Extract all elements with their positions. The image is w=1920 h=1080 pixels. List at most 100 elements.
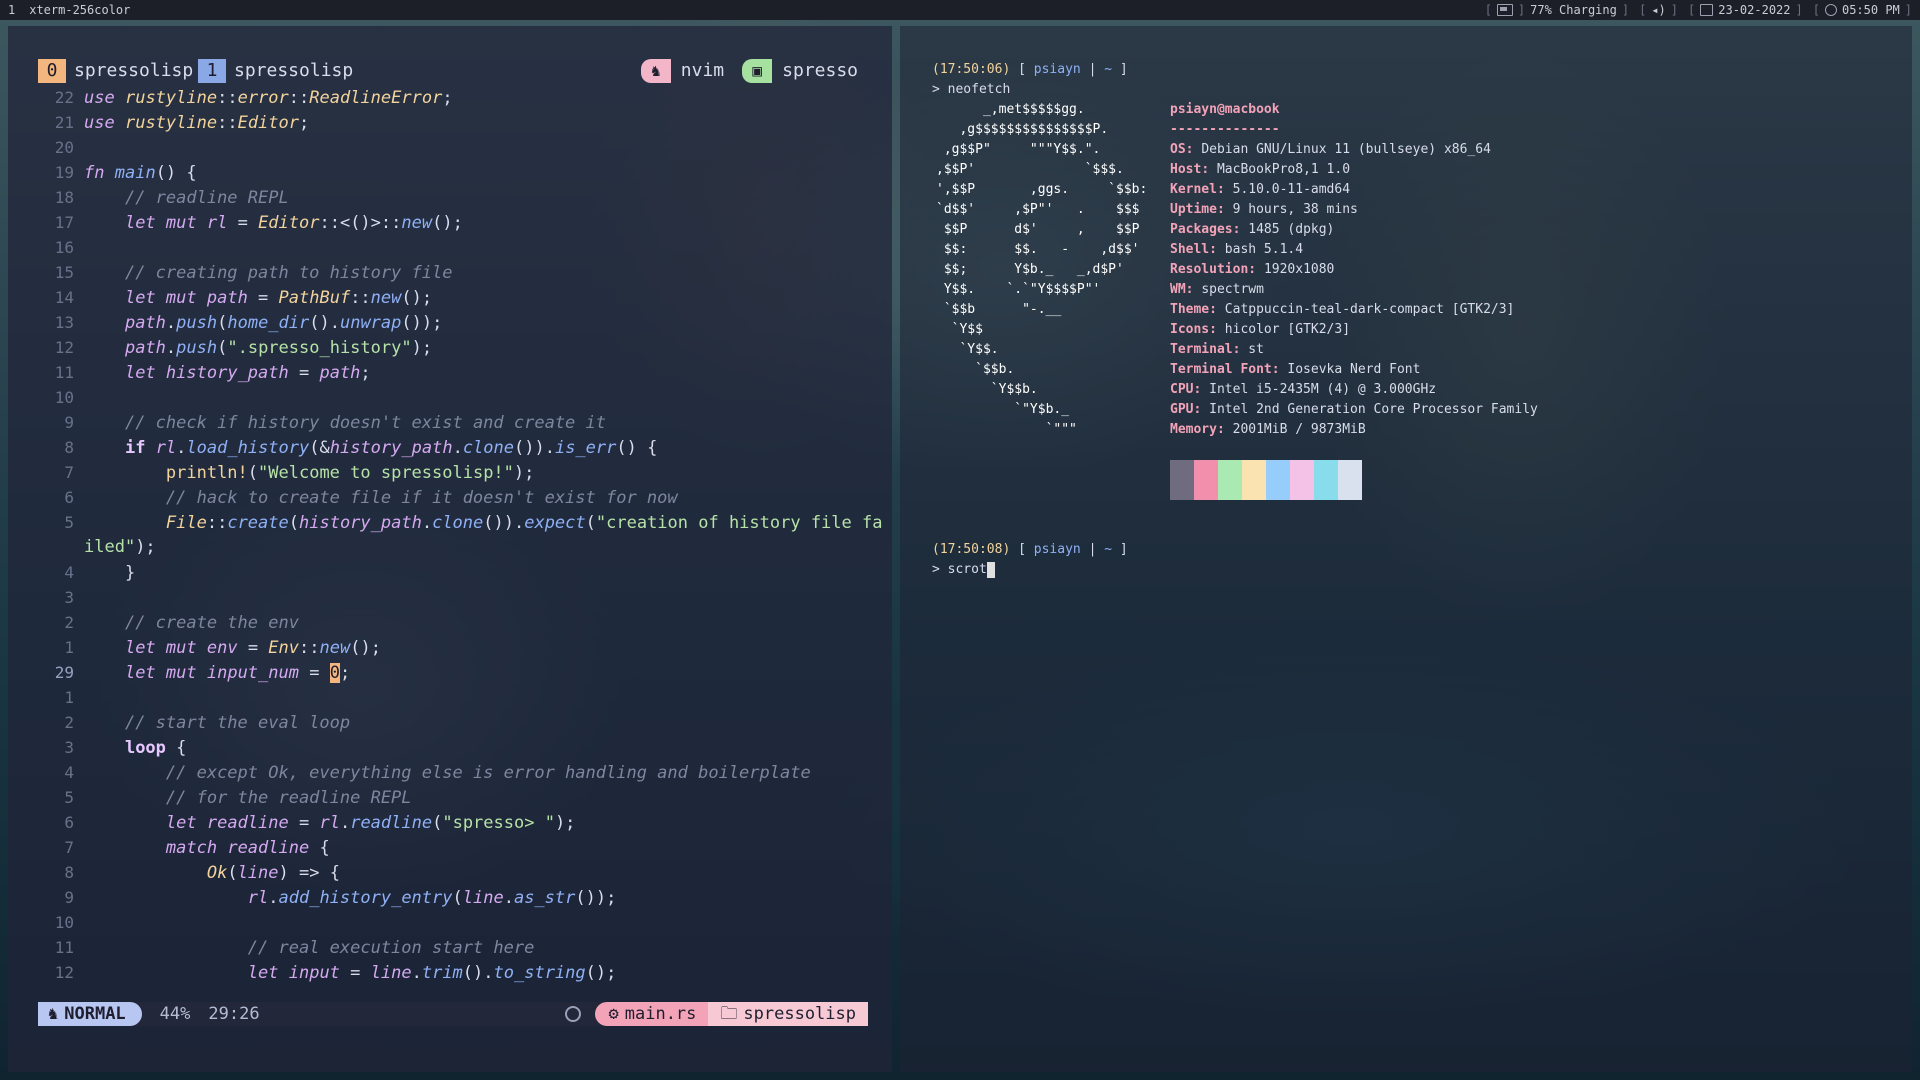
info-row: Kernel: 5.10.0-11-amd64 [1170, 182, 1351, 197]
nvim-window[interactable]: 0 spressolisp 1 spressolisp ♞ nvim ▣ spresso… [8, 26, 892, 1072]
status-bar: 1 xterm-256color [] 77% Charging ] [◂)] … [0, 0, 1920, 20]
clock-segment: [ 05:50 PM] [1813, 0, 1912, 20]
directory-segment: 🗀 spressolisp [708, 1002, 868, 1026]
command-line[interactable]: > scrot [932, 560, 1128, 580]
command-line: > neofetch [932, 82, 1011, 97]
tabline: 0 spressolisp 1 spressolisp ♞ nvim ▣ spresso [38, 59, 868, 83]
code-text: } [84, 563, 136, 583]
palette-swatch-1 [1194, 460, 1218, 500]
code-line: iled"); [38, 535, 868, 560]
line-number: 19 [54, 163, 74, 182]
file-segment: ⚙ main.rs [594, 1002, 709, 1026]
info-row: Theme: Catppuccin-teal-dark-compact [GTK… [1170, 302, 1515, 317]
code-text: // readline REPL [124, 188, 289, 208]
code-line: 7 println!("Welcome to spressolisp!"); [38, 460, 868, 485]
code-text: let mut env = Env::new(); [124, 638, 381, 658]
line-number: 5 [64, 788, 74, 807]
line-number: 2 [64, 713, 74, 732]
code-line: 11 let history_path = path; [38, 360, 868, 385]
code-line: 10 [38, 385, 868, 410]
line-number: 12 [54, 338, 74, 357]
cursor-position: 29:26 [208, 1004, 260, 1024]
line-number: 12 [54, 963, 74, 982]
code-line: 9 rl.add_history_entry(line.as_str()); [38, 885, 868, 910]
volume-segment[interactable]: [◂)] [1639, 0, 1678, 20]
nvim-icon: ♞ [640, 59, 671, 83]
line-number: 6 [64, 488, 74, 507]
workspace-indicator[interactable]: 1 [8, 0, 15, 20]
code-text: fn main() { [84, 163, 197, 183]
tab-0[interactable]: 0 spressolisp [38, 59, 193, 83]
line-number: 13 [54, 313, 74, 332]
folder-icon: 🗀 [720, 1004, 738, 1024]
terminal-window[interactable]: (17:50:06) [ psiayn | ~ ] > neofetch _,m… [900, 26, 1912, 1072]
info-row: OS: Debian GNU/Linux 11 (bullseye) x86_6… [1170, 142, 1491, 157]
volume-icon: ◂) [1651, 3, 1666, 17]
tab-label: spresso [782, 60, 858, 81]
code-text: match readline { [165, 838, 330, 858]
line-number: 10 [54, 388, 74, 407]
info-row: Memory: 2001MiB / 9873MiB [1170, 422, 1366, 437]
line-number: 18 [54, 188, 74, 207]
tab-1[interactable]: 1 spressolisp [198, 59, 353, 83]
code-text: iled"); [84, 537, 156, 557]
code-text: let history_path = path; [124, 363, 371, 383]
code-line: 2 // create the env [38, 610, 868, 635]
line-number: 4 [64, 563, 74, 582]
line-number: 9 [64, 413, 74, 432]
info-row: Packages: 1485 (dpkg) [1170, 222, 1335, 237]
calendar-icon [1700, 4, 1714, 16]
code-text: let mut rl = Editor::<()>::new(); [124, 213, 463, 233]
code-text: File::create(history_path.clone()).expec… [165, 513, 883, 533]
file-name: main.rs [624, 1004, 697, 1024]
code-line: 17 let mut rl = Editor::<()>::new(); [38, 210, 868, 235]
line-number: 9 [64, 888, 74, 907]
line-number: 11 [54, 363, 74, 382]
nvim-icon: ♞ [48, 1004, 59, 1024]
code-text: use rustyline::error::ReadlineError; [84, 88, 453, 108]
battery-text: 77% Charging [1530, 3, 1617, 17]
line-number: 3 [64, 588, 74, 607]
line-number: 6 [64, 813, 74, 832]
line-number: 7 [64, 463, 74, 482]
line-number: 16 [54, 238, 74, 257]
code-buffer[interactable]: 22 use rustyline::error::ReadlineError; 2… [38, 85, 883, 985]
directory-name: spressolisp [743, 1004, 856, 1024]
code-line: 3 loop { [38, 735, 868, 760]
code-text: // hack to create file if it doesn't exi… [165, 488, 678, 508]
line-number: 8 [64, 438, 74, 457]
line-number: 7 [64, 838, 74, 857]
color-palette [1170, 460, 1362, 500]
code-text: // start the eval loop [124, 713, 351, 733]
code-line: 29 let mut input_num = 0; [38, 660, 868, 685]
clock-icon [1824, 4, 1837, 16]
code-text: // real execution start here [247, 938, 535, 958]
prompt-line: (17:50:08) [ psiayn | ~ ] [932, 542, 1128, 557]
line-number: 21 [54, 113, 74, 132]
scroll-percent: 44% [159, 1004, 191, 1024]
code-line: 2 // start the eval loop [38, 710, 868, 735]
palette-swatch-4 [1266, 460, 1290, 500]
line-number: 1 [64, 638, 74, 657]
code-line: 14 let mut path = PathBuf::new(); [38, 285, 868, 310]
user-host: psiayn@macbook [1170, 102, 1280, 117]
info-row: WM: spectrwm [1170, 282, 1264, 297]
code-text: use rustyline::Editor; [84, 113, 310, 133]
code-line: 22 use rustyline::error::ReadlineError; [38, 85, 868, 110]
statusline: ♞ NORMAL 44% 29:26 ⚙ main.rs 🗀 spressolisp [38, 1002, 868, 1026]
tab-nvim[interactable]: ♞ nvim [640, 59, 734, 83]
tab-number: 1 [198, 59, 226, 83]
code-line: 12 path.push(".spresso_history"); [38, 335, 868, 360]
line-number: 5 [64, 513, 74, 532]
tab-label: spressolisp [234, 60, 354, 81]
tab-spresso[interactable]: ▣ spresso [742, 59, 868, 83]
tab-label: spressolisp [74, 60, 194, 81]
code-line: 21 use rustyline::Editor; [38, 110, 868, 135]
code-text: println!("Welcome to spressolisp!"); [165, 463, 535, 483]
info-row: Shell: bash 5.1.4 [1170, 242, 1304, 257]
code-line: 11 // real execution start here [38, 935, 868, 960]
line-number: 3 [64, 738, 74, 757]
info-row: Terminal: st [1170, 342, 1264, 357]
code-line: 3 [38, 585, 868, 610]
code-text: Ok(line) => { [206, 863, 340, 883]
